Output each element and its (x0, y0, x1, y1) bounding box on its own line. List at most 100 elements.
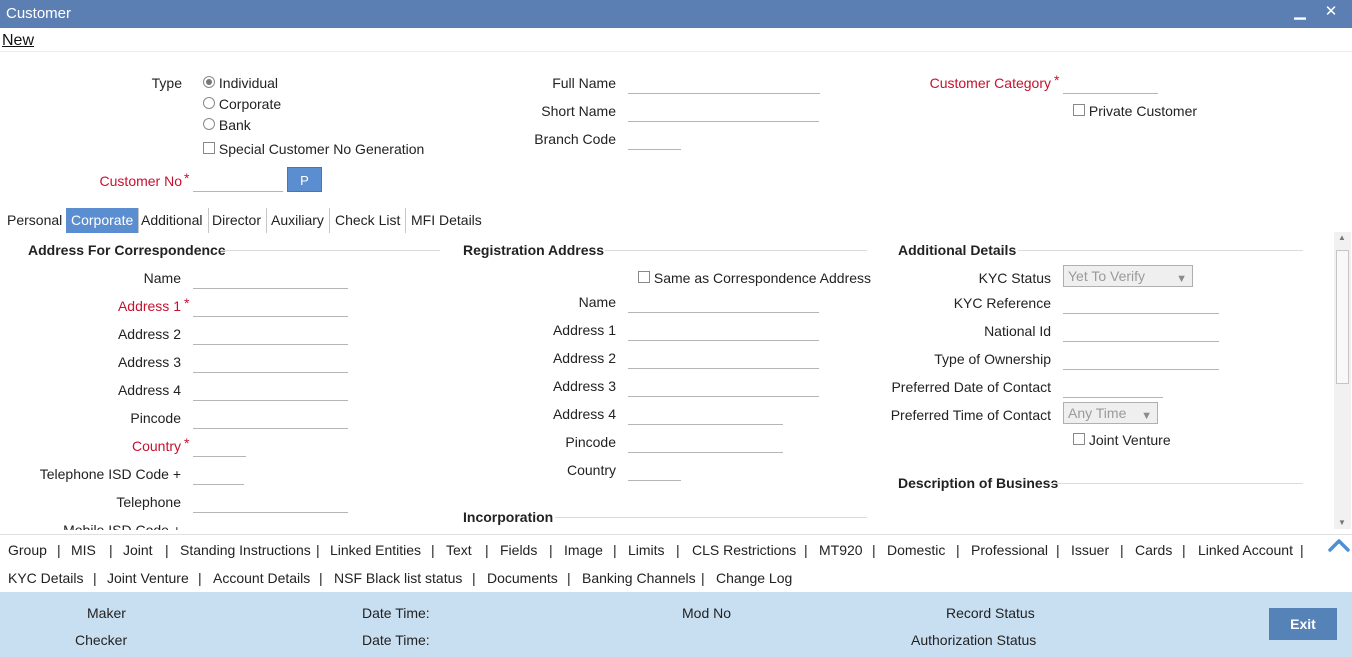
reg-address1-label: Address 1 (552, 322, 616, 338)
link-mt920[interactable]: MT920 (819, 542, 863, 558)
scroll-down-icon[interactable]: ▼ (1338, 518, 1346, 527)
checkbox-icon[interactable] (1073, 104, 1085, 116)
link-image[interactable]: Image (564, 542, 603, 558)
corr-pincode-input[interactable] (193, 407, 348, 429)
new-link[interactable]: New (2, 32, 34, 50)
tab-auxiliary[interactable]: Auxiliary (266, 208, 330, 233)
same-as-correspondence-checkbox[interactable]: Same as Correspondence Address (638, 270, 871, 286)
link-text[interactable]: Text (446, 542, 472, 558)
corr-country-input[interactable] (193, 435, 246, 457)
corr-address3-input[interactable] (193, 351, 348, 373)
reg-address2-input[interactable] (628, 347, 819, 369)
radio-icon[interactable] (203, 76, 215, 88)
link-standing-instructions[interactable]: Standing Instructions (180, 542, 311, 558)
section-divider (555, 517, 867, 518)
joint-venture-checkbox[interactable]: Joint Venture (1073, 432, 1171, 448)
link-linked-account[interactable]: Linked Account (1198, 542, 1293, 558)
kyc-status-label: KYC Status (978, 270, 1051, 286)
tab-corporate[interactable]: Corporate (66, 208, 140, 233)
link-separator: | (57, 542, 61, 558)
kyc-reference-input[interactable] (1063, 292, 1219, 314)
exit-button[interactable]: Exit (1269, 608, 1337, 640)
ownership-type-input[interactable] (1063, 348, 1219, 370)
link-banking-channels[interactable]: Banking Channels (582, 570, 696, 586)
link-separator: | (613, 542, 617, 558)
tab-check-list[interactable]: Check List (330, 208, 407, 233)
p-button[interactable]: P (287, 167, 322, 192)
checkbox-icon[interactable] (638, 271, 650, 283)
radio-icon[interactable] (203, 97, 215, 109)
link-account-details[interactable]: Account Details (213, 570, 310, 586)
reg-country-label: Country (566, 462, 616, 478)
tab-director[interactable]: Director (207, 208, 268, 233)
ownership-type-label: Type of Ownership (934, 351, 1051, 367)
radio-icon[interactable] (203, 118, 215, 130)
type-corporate-radio[interactable]: Corporate (203, 96, 281, 112)
minimize-icon[interactable]: ▁ (1289, 2, 1311, 24)
telephone-input[interactable] (193, 491, 348, 513)
link-domestic[interactable]: Domestic (887, 542, 945, 558)
link-limits[interactable]: Limits (628, 542, 665, 558)
required-marker: * (184, 295, 190, 311)
link-joint-venture[interactable]: Joint Venture (107, 570, 189, 586)
customer-no-label: Customer No (99, 173, 182, 189)
reg-address1-input[interactable] (628, 319, 819, 341)
branch-code-label: Branch Code (534, 131, 616, 147)
short-name-input[interactable] (628, 100, 819, 122)
telephone-isd-input[interactable] (193, 463, 244, 485)
link-kyc-details[interactable]: KYC Details (8, 570, 83, 586)
link-group[interactable]: Group (8, 542, 47, 558)
tab-mfi-details[interactable]: MFI Details (406, 208, 487, 233)
reg-pincode-input[interactable] (628, 431, 783, 453)
branch-code-input[interactable] (628, 128, 681, 150)
reg-address3-input[interactable] (628, 375, 819, 397)
link-separator: | (676, 542, 680, 558)
preferred-date-input[interactable] (1063, 376, 1163, 398)
special-customer-no-checkbox[interactable]: Special Customer No Generation (203, 141, 424, 157)
link-separator: | (316, 542, 320, 558)
close-icon[interactable]: ✕ (1320, 2, 1342, 24)
corr-address4-input[interactable] (193, 379, 348, 401)
kyc-status-select[interactable]: Yet To Verify ▼ (1063, 265, 1193, 287)
corr-address2-input[interactable] (193, 323, 348, 345)
full-name-input[interactable] (628, 72, 820, 94)
required-marker: * (184, 170, 190, 186)
corr-name-label: Name (143, 270, 181, 286)
link-professional[interactable]: Professional (971, 542, 1048, 558)
national-id-input[interactable] (1063, 320, 1219, 342)
tab-personal[interactable]: Personal (2, 208, 69, 233)
preferred-time-select[interactable]: Any Time ▼ (1063, 402, 1158, 424)
collapse-up-icon[interactable] (1327, 536, 1351, 554)
link-joint[interactable]: Joint (123, 542, 153, 558)
link-fields[interactable]: Fields (500, 542, 537, 558)
customer-no-input[interactable] (193, 170, 283, 192)
type-bank-radio[interactable]: Bank (203, 117, 251, 133)
checkbox-icon[interactable] (203, 142, 215, 154)
scrollbar-thumb[interactable] (1336, 250, 1349, 384)
tab-additional[interactable]: Additional (136, 208, 209, 233)
corr-name-input[interactable] (193, 267, 348, 289)
reg-address2-label: Address 2 (552, 350, 616, 366)
private-customer-checkbox[interactable]: Private Customer (1073, 103, 1197, 119)
maker-label: Maker (87, 605, 126, 621)
corr-address1-input[interactable] (193, 295, 348, 317)
link-nsf-black-list-status[interactable]: NSF Black list status (334, 570, 462, 586)
link-documents[interactable]: Documents (487, 570, 558, 586)
incorporation-heading: Incorporation (463, 509, 554, 525)
checkbox-icon[interactable] (1073, 433, 1085, 445)
type-individual-radio[interactable]: Individual (203, 75, 278, 91)
corr-pincode-label: Pincode (130, 410, 181, 426)
link-cards[interactable]: Cards (1135, 542, 1172, 558)
reg-name-input[interactable] (628, 291, 819, 313)
link-cls-restrictions[interactable]: CLS Restrictions (692, 542, 796, 558)
scroll-up-icon[interactable]: ▲ (1338, 233, 1346, 242)
reg-address4-input[interactable] (628, 403, 783, 425)
link-mis[interactable]: MIS (71, 542, 96, 558)
link-issuer[interactable]: Issuer (1071, 542, 1109, 558)
customer-category-input[interactable] (1063, 72, 1158, 94)
reg-country-input[interactable] (628, 459, 681, 481)
reg-address3-label: Address 3 (552, 378, 616, 394)
mobile-isd-label: Mobile ISD Code + (63, 522, 181, 530)
link-linked-entities[interactable]: Linked Entities (330, 542, 421, 558)
link-change-log[interactable]: Change Log (716, 570, 792, 586)
